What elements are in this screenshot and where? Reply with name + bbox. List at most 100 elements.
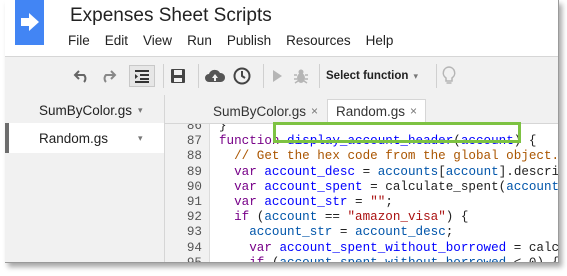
close-icon[interactable]: × — [410, 104, 417, 118]
code-token: "" — [370, 195, 386, 209]
tab-random[interactable]: Random.gs × — [327, 99, 427, 123]
file-name: Random.gs — [39, 130, 109, 146]
code-token: account — [445, 164, 499, 179]
menu-publish[interactable]: Publish — [227, 33, 271, 51]
redo-button[interactable] — [97, 65, 119, 87]
sidebar-file-sumbycolor[interactable]: SumByColor.gs ▾ — [5, 95, 164, 125]
code-text: if (account_spent_without_borrowed < 0) … — [219, 256, 558, 262]
code-token: = calculate — [513, 240, 558, 255]
save-icon — [171, 69, 185, 83]
chevron-down-icon[interactable]: ▾ — [138, 133, 143, 144]
cloud-triggers-button[interactable] — [202, 65, 228, 87]
code-token: = calculate_spent( — [362, 179, 507, 194]
undo-icon — [73, 70, 87, 83]
run-button[interactable] — [267, 65, 287, 87]
close-icon[interactable]: × — [311, 104, 318, 118]
line-number: 89 — [186, 164, 202, 179]
code-token: description — [513, 164, 558, 179]
code-token: = — [332, 225, 356, 240]
cloud-triggers-icon — [205, 69, 226, 82]
line-number: 86 — [186, 124, 202, 133]
line-number: 91 — [186, 195, 202, 209]
undo-button[interactable] — [71, 65, 93, 87]
line-number: 87 — [186, 134, 202, 149]
code-token: accounts — [377, 164, 439, 179]
code-token: } — [219, 124, 227, 133]
code-token: if — [219, 210, 250, 225]
code-token: function — [219, 134, 288, 149]
code-token: account — [264, 210, 318, 225]
apps-script-logo[interactable] — [15, 0, 44, 45]
apps-script-arrow-icon — [21, 13, 39, 31]
code-token: account_spent_without_borrowed — [279, 256, 506, 262]
function-select[interactable]: Select function ▾ — [326, 65, 418, 87]
function-select-label: Select function — [326, 70, 409, 82]
code-token: == — [317, 210, 348, 225]
menu-view[interactable]: View — [143, 33, 172, 51]
code-token: account_desc — [264, 164, 356, 179]
line-number: 95 — [165, 256, 202, 262]
toolbar-divider — [163, 64, 164, 88]
tab-sumbycolor[interactable]: SumByColor.gs × — [205, 99, 326, 123]
code-token: display_account_header — [287, 134, 454, 149]
execution-hints-button[interactable] — [439, 65, 459, 87]
code-token: account_spent — [264, 179, 363, 194]
file-name: SumByColor.gs — [39, 102, 133, 118]
code-token: [ — [438, 164, 446, 179]
code-token: var — [219, 179, 265, 194]
code-text: account_str = account_desc; — [219, 225, 453, 240]
script-editor-window: Expenses Sheet Scripts File Edit View Ru… — [5, 0, 559, 263]
code-token: = — [355, 164, 378, 179]
code-token: account_spent_without_borrowed — [279, 240, 507, 255]
code-token: ( — [249, 210, 265, 225]
toolbar-divider — [263, 64, 264, 88]
debug-button[interactable] — [290, 65, 312, 87]
code-token: var — [219, 164, 265, 179]
chevron-down-icon[interactable]: ▾ — [138, 105, 143, 116]
code-text: function display_account_header(account)… — [219, 134, 536, 149]
tab-label: Random.gs — [336, 103, 406, 119]
code-token: ) { — [445, 210, 469, 225]
code-editor[interactable]: 86} 87 function display_account_header(acc… — [165, 124, 558, 262]
code-text: } — [219, 124, 227, 134]
code-token: account_str — [264, 195, 348, 209]
code-text: if (account == "amazon_visa") { — [219, 210, 468, 225]
code-token: ; — [385, 195, 393, 209]
code-token: account — [506, 179, 558, 194]
line-number: 92 — [186, 210, 202, 225]
file-sidebar: SumByColor.gs ▾ Random.gs ▾ — [5, 95, 165, 262]
toolbar-divider — [436, 64, 437, 88]
code-text: var account_spent_without_borrowed = cal… — [219, 241, 558, 256]
code-token: if — [219, 256, 264, 262]
editor-tab-bar: SumByColor.gs × Random.gs × — [165, 95, 558, 124]
code-token: var — [219, 240, 280, 255]
line-number: 93 — [186, 225, 202, 240]
save-button[interactable] — [167, 65, 189, 87]
sidebar-file-random[interactable]: Random.gs ▾ — [5, 123, 164, 153]
code-token: ) { — [513, 134, 537, 149]
line-number: 90 — [186, 179, 202, 194]
code-token: ; — [445, 225, 454, 240]
menu-file[interactable]: File — [68, 33, 90, 51]
menu-edit[interactable]: Edit — [105, 33, 128, 51]
triggers-button[interactable] — [230, 65, 254, 87]
menu-help[interactable]: Help — [366, 33, 394, 51]
project-title[interactable]: Expenses Sheet Scripts — [70, 5, 272, 27]
code-text: var account_str = ""; — [219, 195, 393, 210]
line-number: 88 — [186, 149, 202, 164]
indent-icon — [135, 70, 149, 83]
code-token: account — [460, 134, 514, 149]
indent-button[interactable] — [129, 65, 155, 87]
run-icon — [273, 70, 282, 82]
code-token: < 0) { — [506, 256, 558, 262]
menu-resources[interactable]: Resources — [286, 33, 351, 51]
menu-run[interactable]: Run — [187, 33, 212, 51]
redo-icon — [103, 70, 117, 83]
toolbar: Select function ▾ — [5, 56, 558, 96]
lightbulb-icon — [442, 66, 456, 84]
code-token: ( — [453, 134, 461, 149]
toolbar-divider — [198, 64, 199, 88]
tab-label: SumByColor.gs — [213, 103, 307, 119]
line-number: 94 — [186, 240, 202, 255]
code-token: var — [219, 195, 265, 209]
